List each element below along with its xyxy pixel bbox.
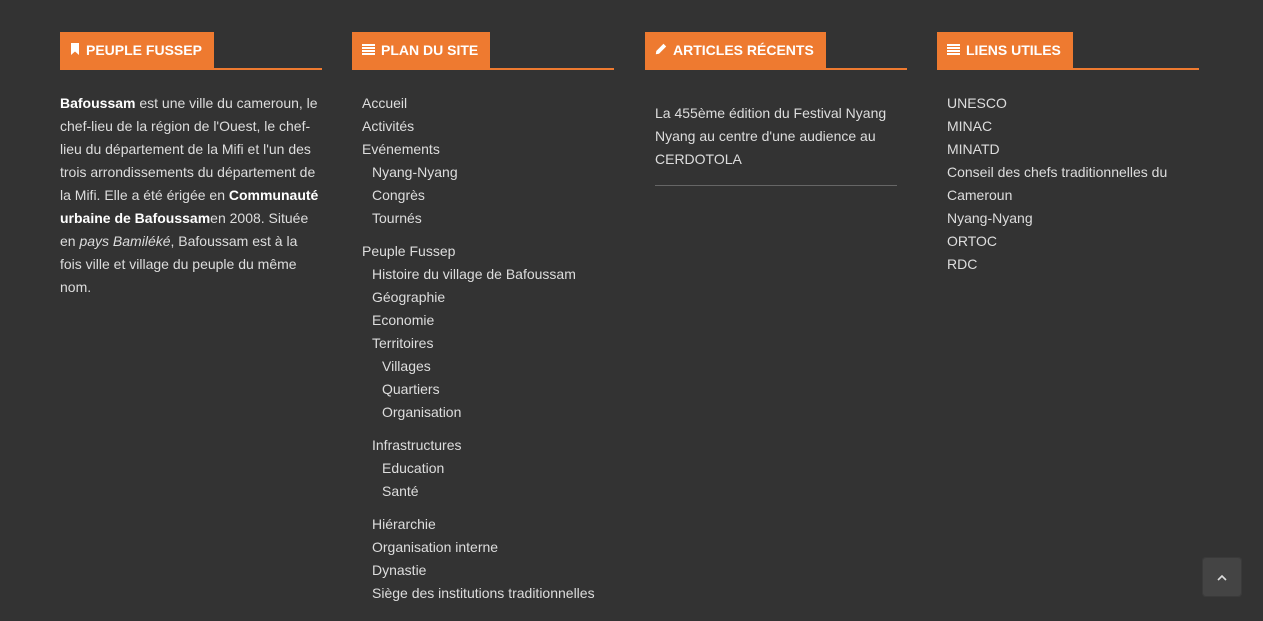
- useful-link-ortoc[interactable]: ORTOC: [947, 233, 997, 249]
- widget-title-text: PEUPLE FUSSEP: [86, 42, 202, 58]
- sitemap-link-nyang-nyang[interactable]: Nyang-Nyang: [372, 164, 458, 180]
- sitemap-link-hierarchie[interactable]: Hiérarchie: [372, 516, 436, 532]
- useful-links-widget: LIENS UTILES UNESCO MINAC MINATD Conseil…: [937, 32, 1199, 276]
- useful-links-list: UNESCO MINAC MINATD Conseil des chefs tr…: [947, 92, 1199, 276]
- recent-articles-widget: ARTICLES RÉCENTS La 455ème édition du Fe…: [645, 32, 907, 186]
- sitemap-link-histoire[interactable]: Histoire du village de Bafoussam: [372, 266, 576, 282]
- footer: PEUPLE FUSSEP Bafoussam est une ville du…: [0, 0, 1263, 621]
- widget-header: PLAN DU SITE: [352, 32, 614, 70]
- sitemap-link-organisation-interne[interactable]: Organisation interne: [372, 539, 498, 555]
- sitemap-link-sante[interactable]: Santé: [382, 483, 419, 499]
- useful-link-minac[interactable]: MINAC: [947, 118, 992, 134]
- chevron-up-icon: [1217, 568, 1227, 586]
- sitemap-widget: PLAN DU SITE Accueil Activités Evénement…: [352, 32, 614, 615]
- widget-title-text: LIENS UTILES: [966, 42, 1061, 58]
- useful-link-conseil-chefs[interactable]: Conseil des chefs traditionnelles du Cam…: [947, 164, 1167, 203]
- sitemap-link-territoires[interactable]: Territoires: [372, 335, 433, 351]
- widget-title: LIENS UTILES: [937, 32, 1073, 68]
- about-italic-pays: pays Bamiléké: [79, 233, 171, 249]
- about-text: Bafoussam est une ville du cameroun, le …: [60, 92, 322, 299]
- sitemap-link-activites[interactable]: Activités: [362, 118, 414, 134]
- sitemap-link-siege[interactable]: Siège des institutions traditionnelles: [372, 585, 595, 601]
- sitemap-menu: Accueil Activités Evénements Nyang-Nyang…: [362, 92, 614, 605]
- sitemap-link-education[interactable]: Education: [382, 460, 444, 476]
- useful-link-nyang-nyang[interactable]: Nyang-Nyang: [947, 210, 1033, 226]
- widget-header: PEUPLE FUSSEP: [60, 32, 322, 70]
- sitemap-link-congres[interactable]: Congrès: [372, 187, 425, 203]
- sitemap-link-quartiers[interactable]: Quartiers: [382, 381, 440, 397]
- about-bold-bafoussam: Bafoussam: [60, 95, 136, 111]
- widget-title-text: ARTICLES RÉCENTS: [673, 42, 814, 58]
- sitemap-link-evenements[interactable]: Evénements: [362, 141, 440, 157]
- list-icon: [362, 32, 375, 68]
- widget-title: PLAN DU SITE: [352, 32, 491, 68]
- sitemap-link-tournes[interactable]: Tournés: [372, 210, 422, 226]
- sitemap-link-infrastructures[interactable]: Infrastructures: [372, 437, 461, 453]
- useful-link-unesco[interactable]: UNESCO: [947, 95, 1007, 111]
- bookmark-icon: [70, 32, 80, 68]
- widget-header: LIENS UTILES: [937, 32, 1199, 70]
- useful-link-minatd[interactable]: MINATD: [947, 141, 1000, 157]
- useful-link-rdc[interactable]: RDC: [947, 256, 977, 272]
- sitemap-link-villages[interactable]: Villages: [382, 358, 431, 374]
- widget-title: PEUPLE FUSSEP: [60, 32, 214, 68]
- list-icon: [947, 32, 960, 68]
- sitemap-link-accueil[interactable]: Accueil: [362, 95, 407, 111]
- sitemap-link-organisation[interactable]: Organisation: [382, 404, 461, 420]
- recent-article-item: La 455ème édition du Festival Nyang Nyan…: [655, 102, 897, 186]
- scroll-to-top-button[interactable]: [1202, 557, 1242, 597]
- widget-header: ARTICLES RÉCENTS: [645, 32, 907, 70]
- sitemap-link-dynastie[interactable]: Dynastie: [372, 562, 426, 578]
- sitemap-link-economie[interactable]: Economie: [372, 312, 434, 328]
- widget-title-text: PLAN DU SITE: [381, 42, 479, 58]
- widget-title: ARTICLES RÉCENTS: [645, 32, 826, 68]
- sitemap-link-geographie[interactable]: Géographie: [372, 289, 445, 305]
- about-widget: PEUPLE FUSSEP Bafoussam est une ville du…: [60, 32, 322, 299]
- pencil-icon: [655, 32, 667, 68]
- recent-article-link[interactable]: La 455ème édition du Festival Nyang Nyan…: [655, 105, 886, 167]
- sitemap-link-peuple-fussep[interactable]: Peuple Fussep: [362, 243, 455, 259]
